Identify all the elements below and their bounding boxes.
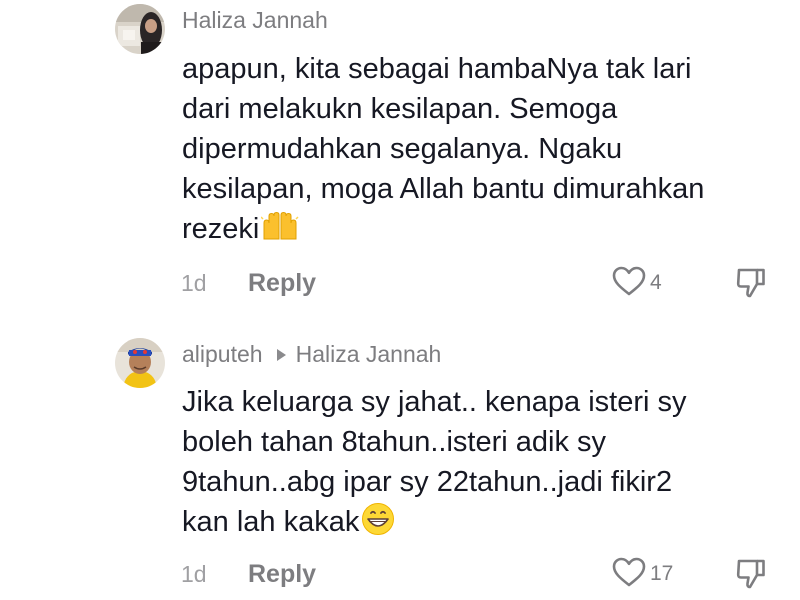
comment-item: aliputeh Haliza Jannah Jika keluarga sy … bbox=[0, 330, 800, 600]
raised-hands-emoji-icon bbox=[260, 210, 299, 254]
reply-button[interactable]: Reply bbox=[248, 560, 316, 589]
reply-button[interactable]: Reply bbox=[248, 269, 316, 298]
heart-outline-icon bbox=[612, 266, 646, 301]
reply-arrow-icon bbox=[276, 348, 286, 361]
thumbs-down-outline-icon bbox=[735, 268, 767, 303]
like-button[interactable]: 17 bbox=[612, 557, 673, 591]
avatar[interactable] bbox=[115, 4, 165, 54]
avatar[interactable] bbox=[115, 338, 165, 388]
comment-line-last: kan lah kakak bbox=[182, 502, 782, 547]
comment-line-last: rezeki bbox=[182, 209, 782, 254]
dislike-button[interactable] bbox=[735, 267, 767, 304]
comment-line-text: rezeki bbox=[182, 213, 260, 245]
timestamp: 1d bbox=[181, 561, 207, 587]
comment-line: dipermudahkan segalanya. Ngaku bbox=[182, 133, 623, 165]
comments-panel: Haliza Jannah apapun, kita sebagai hamba… bbox=[0, 0, 800, 600]
comment-footer: 1d Reply 4 bbox=[0, 266, 800, 300]
comment-line-text: kan lah kakak bbox=[182, 506, 360, 538]
comment-text: Jika keluarga sy jahat.. kenapa isteri s… bbox=[182, 382, 782, 547]
timestamp: 1d bbox=[181, 270, 207, 296]
avatar-photo bbox=[115, 338, 165, 388]
comment-line: boleh tahan 8tahun..isteri adik sy bbox=[182, 426, 606, 458]
like-count: 4 bbox=[650, 271, 662, 294]
comment-line: Jika keluarga sy jahat.. kenapa isteri s… bbox=[182, 386, 687, 418]
comment-line: dari melakukn kesilapan. Semoga bbox=[182, 93, 618, 125]
author-name[interactable]: aliputeh bbox=[182, 341, 263, 368]
comment-author[interactable]: aliputeh Haliza Jannah bbox=[182, 341, 441, 368]
comment-line: kesilapan, moga Allah bantu dimurahkan bbox=[182, 173, 705, 205]
reply-to-name[interactable]: Haliza Jannah bbox=[296, 341, 442, 368]
like-button[interactable]: 4 bbox=[612, 266, 662, 300]
author-name[interactable]: Haliza Jannah bbox=[182, 7, 328, 34]
comment-author[interactable]: Haliza Jannah bbox=[182, 7, 328, 34]
comment-line: 9tahun..abg ipar sy 22tahun..jadi fikir2 bbox=[182, 466, 673, 498]
comment-footer: 1d Reply 17 bbox=[0, 557, 800, 591]
thumbs-down-outline-icon bbox=[735, 559, 767, 594]
grinning-face-emoji-icon bbox=[361, 502, 395, 547]
heart-outline-icon bbox=[612, 557, 646, 592]
comment-text: apapun, kita sebagai hambaNya tak lari d… bbox=[182, 49, 782, 254]
like-count: 17 bbox=[650, 562, 674, 585]
dislike-button[interactable] bbox=[735, 558, 767, 595]
comment-line: apapun, kita sebagai hambaNya tak lari bbox=[182, 53, 692, 85]
comment-item: Haliza Jannah apapun, kita sebagai hamba… bbox=[0, 0, 800, 310]
avatar-photo bbox=[115, 4, 165, 54]
